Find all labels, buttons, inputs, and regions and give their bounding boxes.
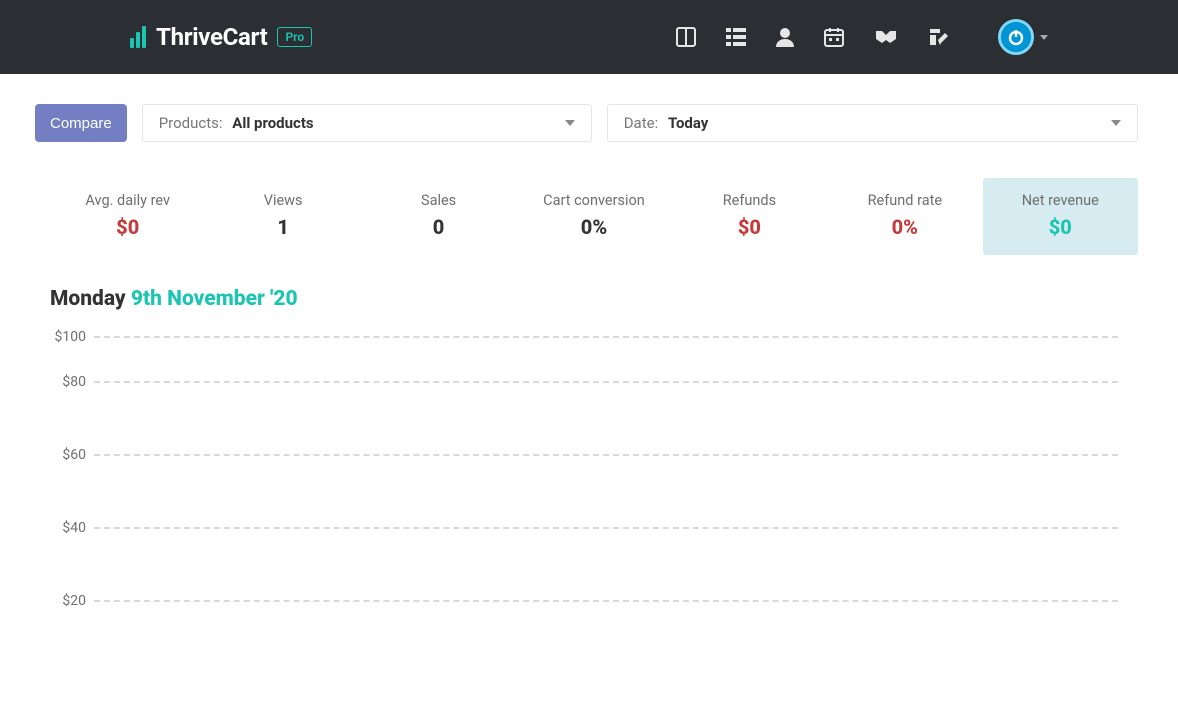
stat-card[interactable]: Cart conversion 0% xyxy=(516,178,671,255)
stat-card[interactable]: Refunds $0 xyxy=(672,178,827,255)
stat-label: Views xyxy=(211,192,354,209)
grid-line xyxy=(94,381,1118,383)
chart-gridline: $100 xyxy=(50,329,1118,345)
chart-gridline: $80 xyxy=(50,345,1118,418)
chart-gridline: $40 xyxy=(50,491,1118,564)
list-icon[interactable] xyxy=(726,28,746,46)
stat-card[interactable]: Views 1 xyxy=(205,178,360,255)
user-icon[interactable] xyxy=(776,27,794,47)
y-axis-tick: $100 xyxy=(50,329,94,345)
grid-line xyxy=(94,336,1118,338)
stat-value: $0 xyxy=(56,215,199,239)
handshake-icon[interactable] xyxy=(874,29,898,45)
revenue-chart: $100 $80 $60 $40 $20 xyxy=(50,329,1118,637)
stat-value: 0 xyxy=(367,215,510,239)
app-header: ThriveCart Pro xyxy=(0,0,1178,74)
stat-label: Cart conversion xyxy=(522,192,665,209)
date-value: Today xyxy=(668,114,708,132)
products-select[interactable]: Products: All products xyxy=(142,104,592,142)
compare-button[interactable]: Compare xyxy=(35,104,127,142)
stat-label: Refund rate xyxy=(833,192,976,209)
brand-logo[interactable]: ThriveCart Pro xyxy=(130,23,312,51)
stat-label: Sales xyxy=(367,192,510,209)
grid-line xyxy=(94,600,1118,602)
account-menu[interactable] xyxy=(998,19,1048,55)
grid-line xyxy=(94,454,1118,456)
calendar-icon[interactable] xyxy=(824,27,844,47)
pro-badge: Pro xyxy=(277,27,312,47)
chevron-down-icon xyxy=(565,120,575,126)
stat-value: $0 xyxy=(678,215,821,239)
stat-card[interactable]: Net revenue $0 xyxy=(983,178,1138,255)
stats-row: Avg. daily rev$0Views1Sales0Cart convers… xyxy=(50,178,1138,255)
grid-line xyxy=(94,527,1118,529)
chart-gridline: $60 xyxy=(50,418,1118,491)
date-select[interactable]: Date: Today xyxy=(607,104,1138,142)
chevron-down-icon xyxy=(1040,35,1048,40)
stat-label: Net revenue xyxy=(989,192,1132,209)
stat-card[interactable]: Refund rate 0% xyxy=(827,178,982,255)
stat-card[interactable]: Avg. daily rev $0 xyxy=(50,178,205,255)
stat-label: Avg. daily rev xyxy=(56,192,199,209)
stat-value: 0% xyxy=(522,215,665,239)
products-label: Products: xyxy=(159,114,223,132)
power-icon xyxy=(998,19,1034,55)
stat-label: Refunds xyxy=(678,192,821,209)
y-axis-tick: $80 xyxy=(50,374,94,390)
stat-value: $0 xyxy=(989,215,1132,239)
y-axis-tick: $60 xyxy=(50,447,94,463)
chart-day: Monday xyxy=(50,287,131,311)
chart-date-heading: Monday 9th November '20 xyxy=(50,287,1158,311)
brand-name: ThriveCart xyxy=(156,23,267,51)
stat-card[interactable]: Sales 0 xyxy=(361,178,516,255)
chart-date: 9th November '20 xyxy=(131,287,298,311)
products-value: All products xyxy=(232,114,313,132)
nav-icon-group xyxy=(676,19,1048,55)
edit-icon[interactable] xyxy=(928,27,948,47)
chart-gridline: $20 xyxy=(50,564,1118,637)
stat-value: 0% xyxy=(833,215,976,239)
date-label: Date: xyxy=(624,114,659,132)
stat-value: 1 xyxy=(211,215,354,239)
main-content: Compare Products: All products Date: Tod… xyxy=(0,74,1178,637)
logo-mark-icon xyxy=(130,26,146,48)
y-axis-tick: $20 xyxy=(50,593,94,609)
y-axis-tick: $40 xyxy=(50,520,94,536)
dashboard-icon[interactable] xyxy=(676,27,696,47)
filter-bar: Compare Products: All products Date: Tod… xyxy=(35,104,1158,142)
chevron-down-icon xyxy=(1111,120,1121,126)
